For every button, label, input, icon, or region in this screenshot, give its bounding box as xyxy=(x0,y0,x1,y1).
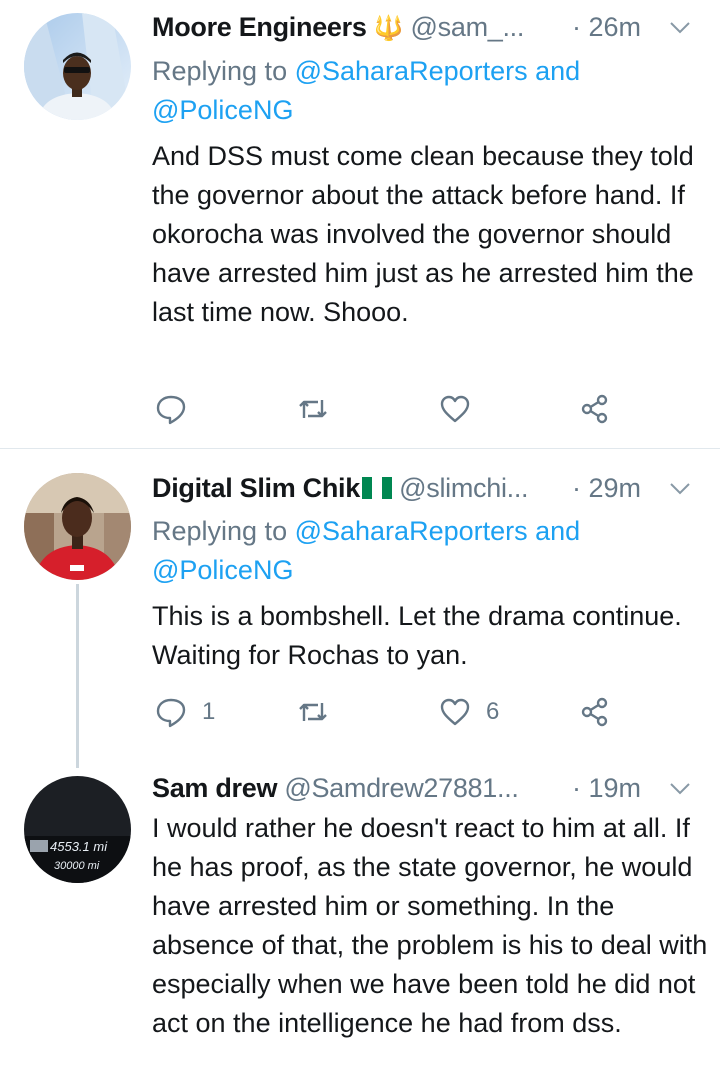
avatar[interactable]: 4553.1 mi 30000 mi xyxy=(24,776,131,883)
display-name[interactable]: Digital Slim Chik @slimchi... xyxy=(152,473,529,504)
heart-icon xyxy=(440,698,470,726)
replying-to: Replying to @SaharaReporters and @Police… xyxy=(152,516,581,585)
reply-button[interactable]: 1 xyxy=(154,694,215,730)
odometer-limit: 30000 mi xyxy=(54,860,100,872)
like-button[interactable] xyxy=(438,391,486,427)
action-bar: 1 6 xyxy=(152,694,622,730)
trident-emoji: 🔱 xyxy=(373,15,404,42)
tweet[interactable]: Digital Slim Chik @slimchi... · 29m Repl… xyxy=(0,449,720,769)
tweet-text: This is a bombshell. Let the drama conti… xyxy=(152,601,682,670)
share-button[interactable] xyxy=(578,391,612,427)
reply-button[interactable] xyxy=(154,391,202,427)
share-button[interactable] xyxy=(578,694,612,730)
handle[interactable]: @sam_... xyxy=(411,12,525,42)
like-button[interactable]: 6 xyxy=(438,694,499,730)
like-count: 6 xyxy=(486,698,500,725)
replying-to: Replying to @SaharaReporters and @Police… xyxy=(152,56,581,125)
handle[interactable]: @slimchi... xyxy=(399,473,528,503)
retweet-icon xyxy=(299,703,327,721)
chevron-down-icon[interactable] xyxy=(668,477,692,501)
share-icon xyxy=(581,394,608,424)
chevron-down-icon[interactable] xyxy=(668,16,692,40)
tweet[interactable]: Moore Engineers 🔱 @sam_... · 26m Replyin… xyxy=(0,0,720,448)
retweet-button[interactable] xyxy=(296,694,344,730)
heart-icon xyxy=(440,395,470,423)
display-name[interactable]: Sam drew @Samdrew27881... xyxy=(152,773,519,804)
display-name[interactable]: Moore Engineers 🔱 @sam_... xyxy=(152,12,524,43)
avatar[interactable] xyxy=(24,473,131,580)
avatar[interactable] xyxy=(24,13,131,120)
handle[interactable]: @Samdrew27881... xyxy=(284,773,519,803)
timestamp[interactable]: · 26m xyxy=(572,12,641,43)
nigeria-flag-icon xyxy=(361,477,392,499)
chevron-down-icon[interactable] xyxy=(668,777,692,801)
tweet[interactable]: 4553.1 mi 30000 mi Sam drew @Samdrew2788… xyxy=(0,769,720,1091)
odometer-reading: 4553.1 mi xyxy=(50,839,108,854)
share-icon xyxy=(581,697,608,727)
retweet-icon xyxy=(299,400,327,418)
reply-icon xyxy=(156,395,186,425)
tweet-text: I would rather he doesn't react to him a… xyxy=(152,813,708,1038)
timestamp[interactable]: · 29m xyxy=(572,473,641,504)
timestamp[interactable]: · 19m xyxy=(572,773,641,804)
retweet-button[interactable] xyxy=(296,391,344,427)
thread-connector xyxy=(76,584,79,768)
action-bar xyxy=(152,391,622,427)
tweet-text: And DSS must come clean because they tol… xyxy=(152,141,694,327)
reply-icon xyxy=(156,698,186,728)
reply-count: 1 xyxy=(202,698,216,725)
